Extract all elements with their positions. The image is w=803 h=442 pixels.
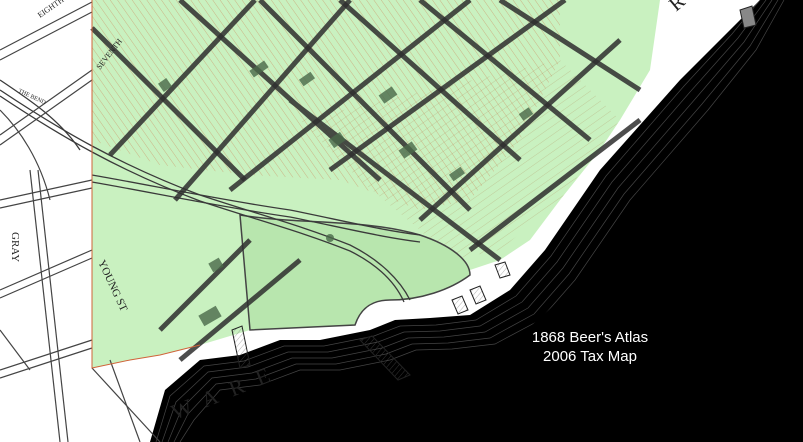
caption-line-1: 1868 Beer's Atlas [531, 329, 649, 346]
map-caption: 1868 Beer's Atlas 2006 Tax Map [505, 328, 675, 366]
gray-street-label: GRAY [9, 232, 21, 262]
map-viewport[interactable]: WARE R GRAY YOUNG ST EIGHTH SEVENTH THE … [0, 0, 803, 442]
map-canvas: WARE R GRAY YOUNG ST EIGHTH SEVENTH THE … [0, 0, 803, 442]
caption-line-2: 2006 Tax Map [543, 348, 637, 365]
